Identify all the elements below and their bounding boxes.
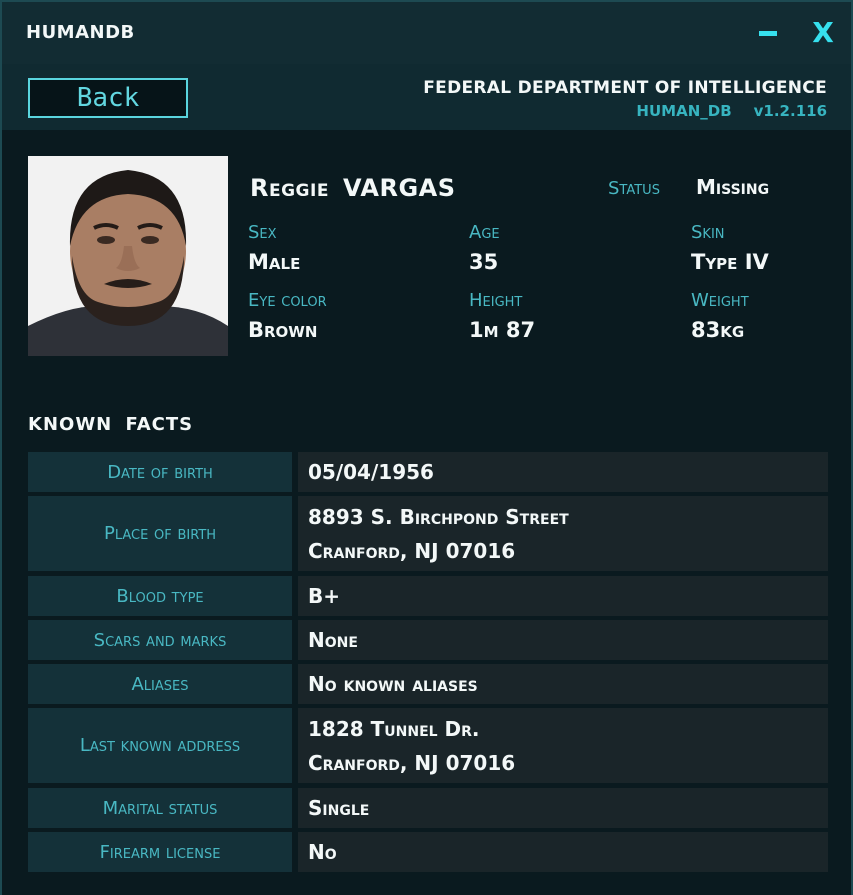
fact-row: Place of birth 8893 S. Birchpond Street … bbox=[28, 496, 828, 571]
first-name: Reggie bbox=[250, 174, 329, 202]
db-version: v1.2.116 bbox=[753, 102, 827, 120]
eye-color-label: Eye color bbox=[248, 290, 327, 311]
fact-line: Cranford, NJ 07016 bbox=[308, 538, 516, 563]
known-facts-title: KNOWN FACTS bbox=[28, 414, 194, 435]
portrait-image bbox=[28, 156, 228, 356]
header: Back FEDERAL DEPARTMENT OF INTELLIGENCE … bbox=[2, 64, 851, 130]
fact-line: None bbox=[308, 628, 358, 652]
age-value: 35 bbox=[469, 250, 499, 274]
fact-line: Cranford, NJ 07016 bbox=[308, 750, 516, 775]
fact-line: No bbox=[308, 840, 337, 864]
fact-value: No bbox=[298, 832, 828, 872]
fact-label: Firearm license bbox=[28, 832, 292, 872]
sex-label: Sex bbox=[248, 222, 277, 243]
app-window: HUMANDB X Back FEDERAL DEPARTMENT OF INT… bbox=[0, 0, 853, 895]
fact-label: Place of birth bbox=[28, 496, 292, 571]
height-label: Height bbox=[469, 290, 523, 311]
fact-value: 8893 S. Birchpond Street Cranford, NJ 07… bbox=[298, 496, 828, 571]
fact-row: Aliases No known aliases bbox=[28, 664, 828, 704]
sex-value: Male bbox=[248, 250, 301, 274]
fact-row: Blood type B+ bbox=[28, 576, 828, 616]
age-label: Age bbox=[469, 222, 500, 243]
status-label: Status bbox=[608, 178, 660, 199]
title-bar: HUMANDB X bbox=[2, 2, 851, 64]
fact-line: No known aliases bbox=[308, 672, 478, 696]
skin-label: Skin bbox=[691, 222, 725, 243]
minimize-button[interactable] bbox=[750, 12, 786, 52]
fact-row: Firearm license No bbox=[28, 832, 828, 872]
status-value: Missing bbox=[696, 175, 770, 199]
fact-value: 1828 Tunnel Dr. Cranford, NJ 07016 bbox=[298, 708, 828, 783]
fact-value: B+ bbox=[298, 576, 828, 616]
close-button[interactable]: X bbox=[805, 12, 841, 52]
person-name: Reggie VARGAS bbox=[250, 174, 456, 202]
fact-line: 8893 S. Birchpond Street bbox=[308, 504, 569, 529]
fact-label: Date of birth bbox=[28, 452, 292, 492]
fact-line: B+ bbox=[308, 584, 341, 608]
eye-color-value: Brown bbox=[248, 318, 318, 342]
fact-row: Marital status Single bbox=[28, 788, 828, 828]
minimize-icon bbox=[759, 30, 777, 36]
back-button[interactable]: Back bbox=[28, 78, 188, 118]
profile-content: Reggie VARGAS Status Missing Sex Male Age… bbox=[2, 130, 851, 895]
fact-label: Blood type bbox=[28, 576, 292, 616]
weight-value: 83kg bbox=[691, 318, 745, 342]
close-icon: X bbox=[812, 15, 834, 49]
weight-label: Weight bbox=[691, 290, 749, 311]
fact-label: Marital status bbox=[28, 788, 292, 828]
fact-label: Last known address bbox=[28, 708, 292, 783]
fact-value: No known aliases bbox=[298, 664, 828, 704]
skin-value: Type IV bbox=[691, 250, 769, 274]
fact-line: Single bbox=[308, 796, 370, 820]
fact-value: 05/04/1956 bbox=[298, 452, 828, 492]
db-name: HUMAN_DB bbox=[636, 102, 732, 120]
profile-photo bbox=[28, 156, 228, 356]
agency-name: FEDERAL DEPARTMENT OF INTELLIGENCE bbox=[423, 78, 827, 98]
fact-value: None bbox=[298, 620, 828, 660]
height-value: 1m 87 bbox=[469, 318, 536, 342]
fact-value: Single bbox=[298, 788, 828, 828]
db-info: HUMAN_DB v1.2.116 bbox=[614, 102, 827, 120]
fact-line: 05/04/1956 bbox=[308, 460, 434, 484]
fact-line: 1828 Tunnel Dr. bbox=[308, 716, 480, 741]
fact-label: Aliases bbox=[28, 664, 292, 704]
fact-row: Last known address 1828 Tunnel Dr. Cranf… bbox=[28, 708, 828, 783]
fact-row: Scars and marks None bbox=[28, 620, 828, 660]
app-title: HUMANDB bbox=[26, 22, 135, 43]
fact-label: Scars and marks bbox=[28, 620, 292, 660]
fact-row: Date of birth 05/04/1956 bbox=[28, 452, 828, 492]
last-name: VARGAS bbox=[342, 174, 456, 202]
